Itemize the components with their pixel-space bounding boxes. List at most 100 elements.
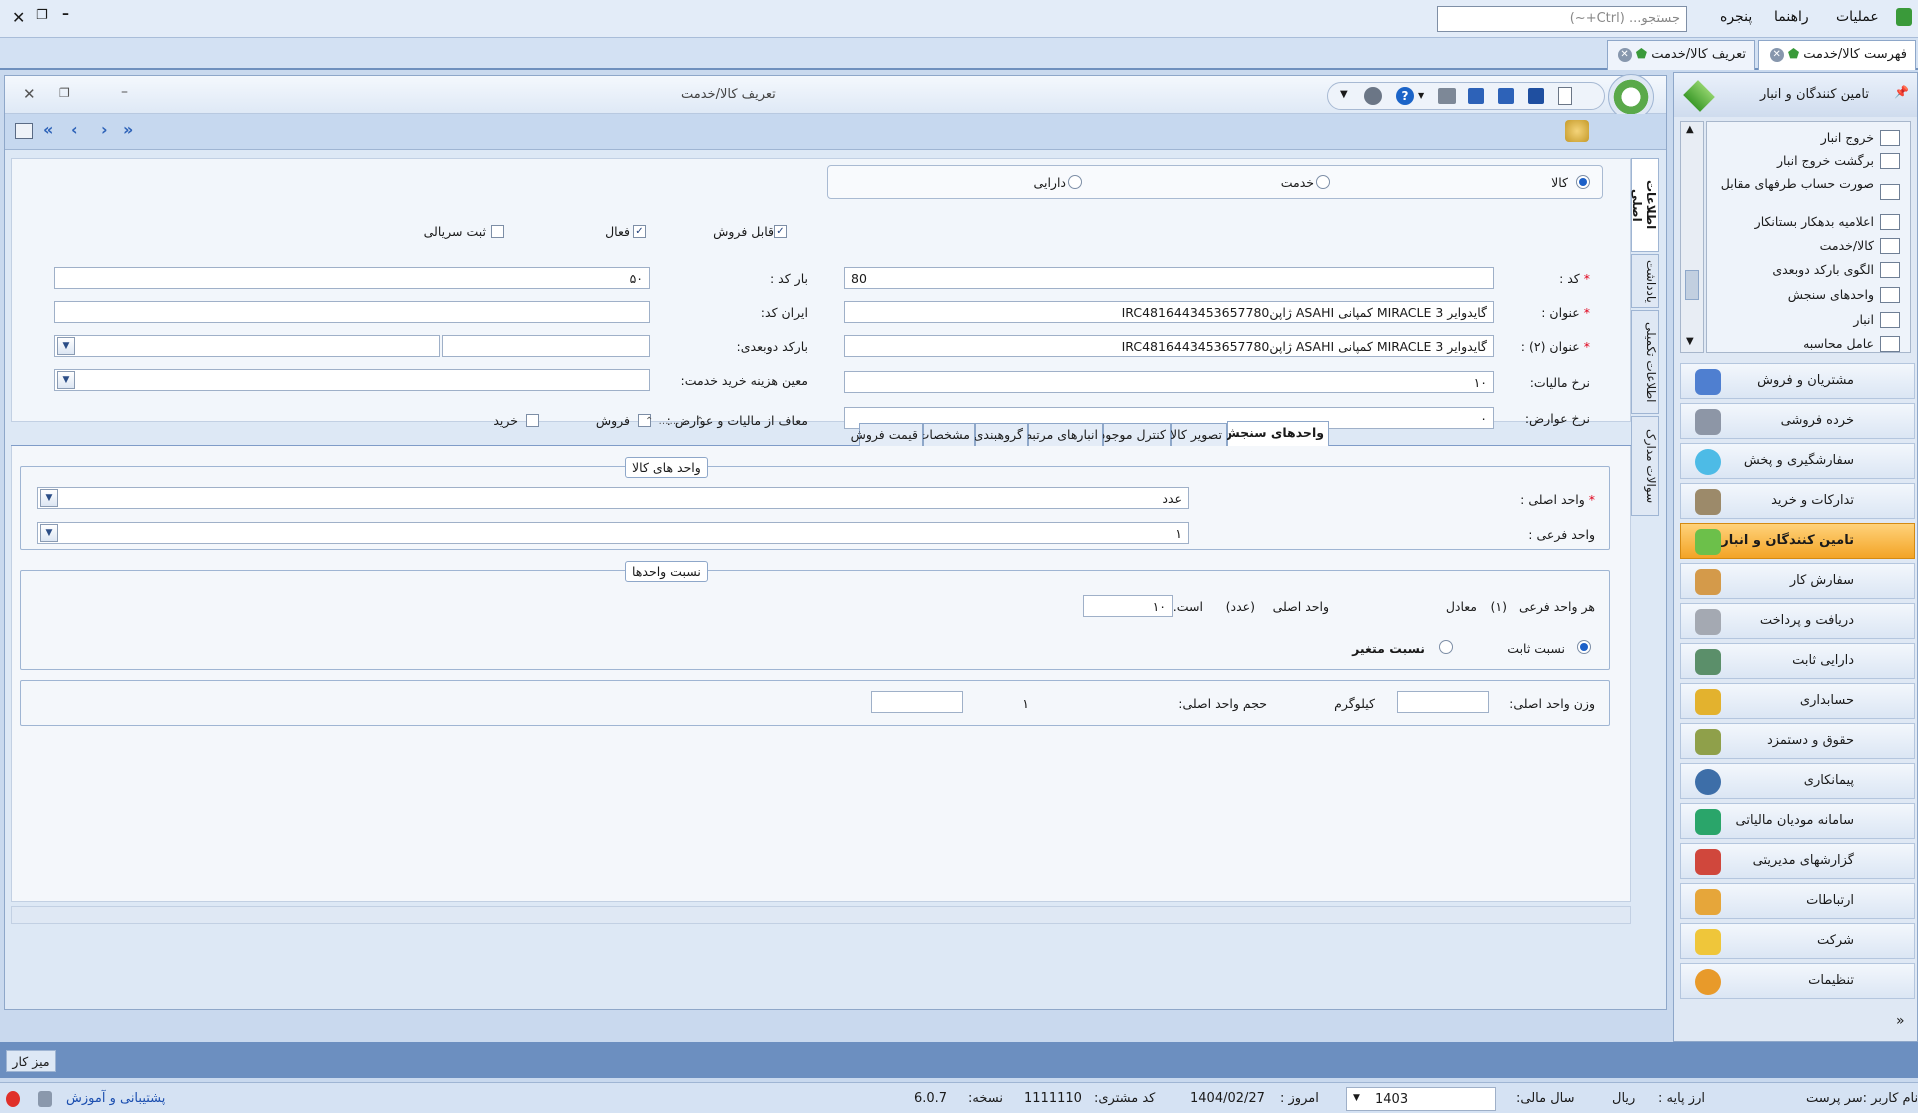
previous-record-icon[interactable]: ‹ xyxy=(71,120,78,139)
nav-procurement[interactable]: تدارکات و خرید xyxy=(1680,483,1915,519)
menu-operations[interactable]: عملیات xyxy=(1836,9,1879,25)
nav-settings[interactable]: تنظیمات xyxy=(1680,963,1915,999)
help-icon[interactable]: ? xyxy=(1396,87,1414,105)
vtab-main-info[interactable]: اطلاعات اصلی xyxy=(1630,158,1659,252)
save-close-icon[interactable] xyxy=(1528,88,1544,104)
list-view-icon[interactable] xyxy=(15,123,33,139)
nav-work-order[interactable]: سفارش کار xyxy=(1680,563,1915,599)
sublist-item[interactable]: الگوی بارکد دوبعدی xyxy=(1712,262,1904,278)
sublist-item[interactable]: خروج انبار xyxy=(1712,130,1904,146)
pin-icon[interactable]: 📌 xyxy=(1894,85,1909,99)
sub-unit-select[interactable]: ۱ xyxy=(37,522,1189,544)
sublist-item[interactable]: صورت حساب طرفهای مقابل xyxy=(1712,176,1904,200)
chevron-down-icon[interactable]: ▼ xyxy=(1353,1093,1360,1103)
restore-icon[interactable]: ❐ xyxy=(36,8,48,23)
window-restore-icon[interactable]: ❐ xyxy=(59,86,70,100)
tab-product-image[interactable]: تصویر کالا xyxy=(1170,423,1227,446)
ratio-value-input[interactable]: ۱۰ xyxy=(1083,595,1173,617)
chevron-down-icon[interactable]: ▼ xyxy=(57,337,75,355)
sublist-item[interactable]: کالا/خدمت xyxy=(1712,238,1904,254)
last-record-icon[interactable]: » xyxy=(123,120,133,139)
sublist-scrollbar[interactable]: ▲ ▼ xyxy=(1680,121,1704,353)
next-record-icon[interactable]: › xyxy=(101,120,108,139)
desk-button[interactable]: میز کار xyxy=(6,1050,56,1072)
title2-input[interactable]: گایدوایر 3 MIRACLE کمپانی ASAHI ژاپنIRC4… xyxy=(844,335,1494,357)
sublist-item[interactable]: واحدهای سنجش xyxy=(1712,287,1904,303)
tab-product-list[interactable]: فهرست کالا/خدمت ⬟ ✕ xyxy=(1758,40,1916,70)
nav-ordering-distribution[interactable]: سفارشگیری و پخش xyxy=(1680,443,1915,479)
sublist-item[interactable]: اعلامیه بدهکار بستانکار xyxy=(1712,214,1904,230)
new-document-icon[interactable] xyxy=(1558,87,1572,105)
database-icon[interactable] xyxy=(38,1091,52,1107)
toolbar-dropdown-icon[interactable]: ▼ xyxy=(1340,89,1348,100)
nav-contracting[interactable]: پیمانکاری xyxy=(1680,763,1915,799)
chevron-down-icon[interactable]: ▼ xyxy=(40,489,58,507)
expand-icon[interactable]: » xyxy=(1896,1013,1905,1029)
first-record-icon[interactable]: « xyxy=(43,120,53,139)
menu-window[interactable]: پنجره xyxy=(1720,9,1752,25)
barcode-input[interactable]: ۵۰ xyxy=(54,267,650,289)
save-icon[interactable] xyxy=(1468,88,1484,104)
menu-help[interactable]: راهنما xyxy=(1774,9,1809,25)
window-close-icon[interactable]: ✕ xyxy=(23,85,36,103)
volume-input[interactable] xyxy=(871,691,963,713)
title-input[interactable]: گایدوایر 3 MIRACLE کمپانی ASAHI ژاپنIRC4… xyxy=(844,301,1494,323)
chevron-down-icon[interactable]: ▼ xyxy=(57,371,75,389)
active-checkbox[interactable]: ✓ xyxy=(633,225,646,238)
nav-customers-sales[interactable]: مشتریان و فروش xyxy=(1680,363,1915,399)
fiscal-year-select[interactable]: ▼ 1403 xyxy=(1346,1087,1496,1111)
minimize-icon[interactable]: – xyxy=(62,6,69,22)
close-tab-icon[interactable]: ✕ xyxy=(1617,47,1632,62)
save-new-icon[interactable] xyxy=(1498,88,1514,104)
print-icon[interactable] xyxy=(1438,88,1456,104)
tab-related-warehouses[interactable]: انبارهای مرتبط xyxy=(1021,423,1103,446)
picture-icon[interactable] xyxy=(1565,120,1589,142)
nav-company[interactable]: شرکت xyxy=(1680,923,1915,959)
tab-grouping[interactable]: گروهبندی xyxy=(974,423,1028,446)
compass-icon[interactable] xyxy=(1364,87,1382,105)
barcode-2d-input[interactable] xyxy=(442,335,650,357)
vtab-additional-info[interactable]: اطلاعات تکمیلی xyxy=(1631,310,1659,414)
nav-retail[interactable]: خرده فروشی xyxy=(1680,403,1915,439)
nav-receipt-payment[interactable]: دریافت و پرداخت xyxy=(1680,603,1915,639)
nav-suppliers-warehouse[interactable]: تامین کنندگان و انبار xyxy=(1680,523,1915,559)
code-input[interactable]: 80 xyxy=(844,267,1494,289)
serial-checkbox[interactable] xyxy=(491,225,504,238)
nav-communications[interactable]: ارتباطات xyxy=(1680,883,1915,919)
tab-specifications[interactable]: مشخصات xyxy=(918,423,975,446)
close-icon[interactable]: ✕ xyxy=(12,8,25,27)
sublist-item[interactable]: عامل محاسبه xyxy=(1712,336,1904,352)
nav-management-reports[interactable]: گزارشهای مدیریتی xyxy=(1680,843,1915,879)
iran-code-input[interactable] xyxy=(54,301,650,323)
service-cost-select[interactable] xyxy=(54,369,650,391)
sublist-item[interactable]: انبار xyxy=(1712,312,1904,328)
tab-product-define[interactable]: تعریف کالا/خدمت ⬟ ✕ xyxy=(1607,40,1755,70)
help-dropdown-icon[interactable]: ▼ xyxy=(1418,91,1424,100)
tab-inventory-control[interactable]: کنترل موجودی xyxy=(1090,423,1171,446)
window-minimize-icon[interactable]: – xyxy=(121,84,128,100)
search-input[interactable]: جستجو... (Ctrl+~) xyxy=(1437,6,1687,32)
tab-sale-price[interactable]: قیمت فروش xyxy=(851,423,923,446)
main-unit-select[interactable]: عدد xyxy=(37,487,1189,509)
barcode-2d-template-select[interactable] xyxy=(54,335,440,357)
type-radio-goods[interactable] xyxy=(1576,175,1590,189)
weight-input[interactable] xyxy=(1397,691,1489,713)
variable-ratio-radio[interactable] xyxy=(1439,640,1453,654)
nav-tax-system[interactable]: سامانه مودیان مالیاتی xyxy=(1680,803,1915,839)
notification-icon[interactable] xyxy=(6,1091,20,1107)
sellable-checkbox[interactable]: ✓ xyxy=(774,225,787,238)
fixed-ratio-radio[interactable] xyxy=(1577,640,1591,654)
vtab-notes[interactable]: یادداشت xyxy=(1631,254,1659,308)
type-radio-service[interactable] xyxy=(1316,175,1330,189)
vtab-documents[interactable]: سوالات مدارک xyxy=(1631,416,1659,516)
support-link[interactable]: پشتیبانی و آموزش xyxy=(66,1091,165,1106)
tax-rate-input[interactable]: ۱۰ xyxy=(844,371,1494,393)
close-tab-icon[interactable]: ✕ xyxy=(1769,47,1784,62)
nav-fixed-assets[interactable]: دارایی ثابت xyxy=(1680,643,1915,679)
chevron-down-icon[interactable]: ▼ xyxy=(40,524,58,542)
nav-accounting[interactable]: حسابداری xyxy=(1680,683,1915,719)
window-horizontal-scrollbar[interactable] xyxy=(11,906,1631,924)
sublist-item[interactable]: برگشت خروج انبار xyxy=(1712,153,1904,169)
tab-units[interactable]: واحدهای سنجش xyxy=(1222,421,1329,447)
nav-payroll[interactable]: حقوق و دستمزد xyxy=(1680,723,1915,759)
